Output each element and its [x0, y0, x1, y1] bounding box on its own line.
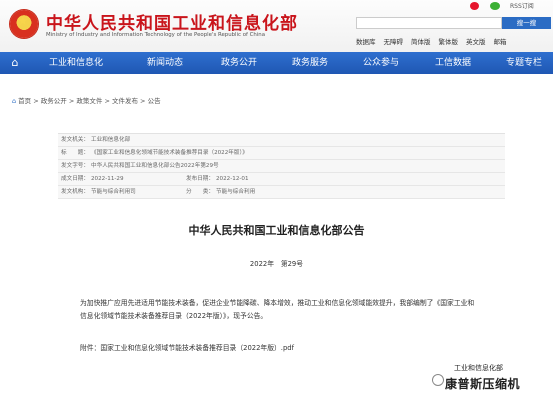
document-meta-table: 发文机关： 工业和信息化部 标 题： 《国家工业和信息化领域节能技术装备推荐目录… — [58, 133, 505, 199]
meta-label-title: 标 题： — [61, 150, 89, 156]
meta-value-created: 2022-11-29 — [91, 176, 124, 182]
meta-value-title: 《国家工业和信息化领域节能技术装备推荐目录（2022年版）》 — [91, 150, 248, 156]
meta-label-created: 成文日期： — [61, 176, 89, 182]
meta-row-issuer: 发文机关： 工业和信息化部 — [58, 134, 505, 147]
national-emblem-icon: ★ — [10, 10, 38, 38]
meta-row-docno: 发文字号： 中华人民共和国工业和信息化部公告2022年第29号 — [58, 160, 505, 173]
quick-link-traditional[interactable]: 繁体版 — [439, 36, 459, 46]
home-icon[interactable]: ⌂ — [8, 56, 22, 70]
site-title: 中华人民共和国工业和信息化部 — [46, 14, 298, 34]
quick-links: 数据库 无障碍 简体版 繁体版 英文版 邮箱 — [356, 36, 515, 46]
nav-item-public[interactable]: 公众参与 — [363, 52, 399, 74]
wechat-watermark-icon — [432, 374, 444, 386]
meta-value-category: 节能与综合利用司 — [91, 189, 136, 195]
nav-item-industry[interactable]: 工业和信息化 — [49, 52, 103, 74]
search-input[interactable] — [356, 17, 502, 29]
breadcrumb-separator: > — [140, 97, 146, 105]
meta-value-published: 2022-12-01 — [216, 176, 249, 182]
breadcrumb: ⌂ 首页 > 政务公开 > 政策文件 > 文件发布 > 公告 — [12, 95, 161, 105]
quick-link-accessibility[interactable]: 无障碍 — [384, 36, 404, 46]
breadcrumb-separator: > — [33, 97, 39, 105]
nav-item-topics[interactable]: 专题专栏 — [506, 52, 542, 74]
rss-link[interactable]: RSS订阅 — [510, 1, 534, 10]
weibo-icon[interactable] — [470, 2, 479, 10]
nav-item-data[interactable]: 工信数据 — [435, 52, 471, 74]
meta-label-topic: 分 类： — [186, 189, 214, 195]
nav-item-gov-service[interactable]: 政务服务 — [292, 52, 328, 74]
breadcrumb-separator: > — [104, 97, 110, 105]
quick-link-database[interactable]: 数据库 — [356, 36, 376, 46]
attachment-link[interactable]: 附件：国家工业和信息化领域节能技术装备推荐目录（2022年版）.pdf — [80, 342, 480, 352]
quick-link-simplified[interactable]: 简体版 — [411, 36, 431, 46]
breadcrumb-gov-open[interactable]: 政务公开 — [41, 97, 67, 105]
breadcrumb-home-icon: ⌂ — [12, 97, 17, 105]
meta-label-published: 发布日期： — [186, 176, 214, 182]
quick-link-mail[interactable]: 邮箱 — [494, 36, 507, 46]
breadcrumb-policy[interactable]: 政策文件 — [76, 97, 102, 105]
document-number: 2022年 第29号 — [249, 260, 304, 268]
meta-row-category: 发文机构： 节能与综合利用司 分 类： 节能与综合利用 — [58, 186, 505, 199]
meta-value-topic: 节能与综合利用 — [216, 189, 256, 195]
meta-label-category: 发文机构： — [61, 189, 89, 195]
document-title: 中华人民共和国工业和信息化部公告 — [188, 224, 365, 237]
watermark-line2: 康普斯压缩机 — [445, 377, 521, 391]
nav-item-news[interactable]: 新闻动态 — [147, 52, 183, 74]
meta-row-title: 标 题： 《国家工业和信息化领域节能技术装备推荐目录（2022年版）》 — [58, 147, 505, 160]
wechat-icon[interactable] — [490, 2, 500, 10]
meta-row-dates: 成文日期： 2022-11-29 发布日期： 2022-12-01 — [58, 173, 505, 186]
breadcrumb-separator: > — [68, 97, 75, 105]
meta-value-docno: 中华人民共和国工业和信息化部公告2022年第29号 — [91, 163, 219, 169]
site-subtitle: Ministry of Industry and Information Tec… — [46, 32, 266, 38]
nav-item-gov-open[interactable]: 政务公开 — [221, 52, 257, 74]
meta-label-issuer: 发文机关： — [61, 137, 89, 143]
quick-link-english[interactable]: 英文版 — [466, 36, 486, 46]
breadcrumb-home[interactable]: 首页 — [18, 97, 31, 105]
breadcrumb-release[interactable]: 文件发布 — [112, 97, 138, 105]
meta-value-issuer: 工业和信息化部 — [91, 137, 131, 143]
watermark-line1: 工业和信息化部 — [454, 364, 503, 372]
meta-label-docno: 发文字号： — [61, 163, 89, 169]
main-nav: ⌂ 工业和信息化 新闻动态 政务公开 政务服务 公众参与 工信数据 专题专栏 — [0, 52, 553, 74]
document-paragraph: 为加快推广应用先进适用节能技术装备，促进企业节能降碳、降本增效，推动工业和信息化… — [80, 299, 475, 320]
breadcrumb-notice[interactable]: 公告 — [148, 97, 161, 105]
search-button[interactable]: 搜一搜 — [502, 17, 551, 29]
site-header: ★ 中华人民共和国工业和信息化部 Ministry of Industry an… — [0, 0, 553, 52]
